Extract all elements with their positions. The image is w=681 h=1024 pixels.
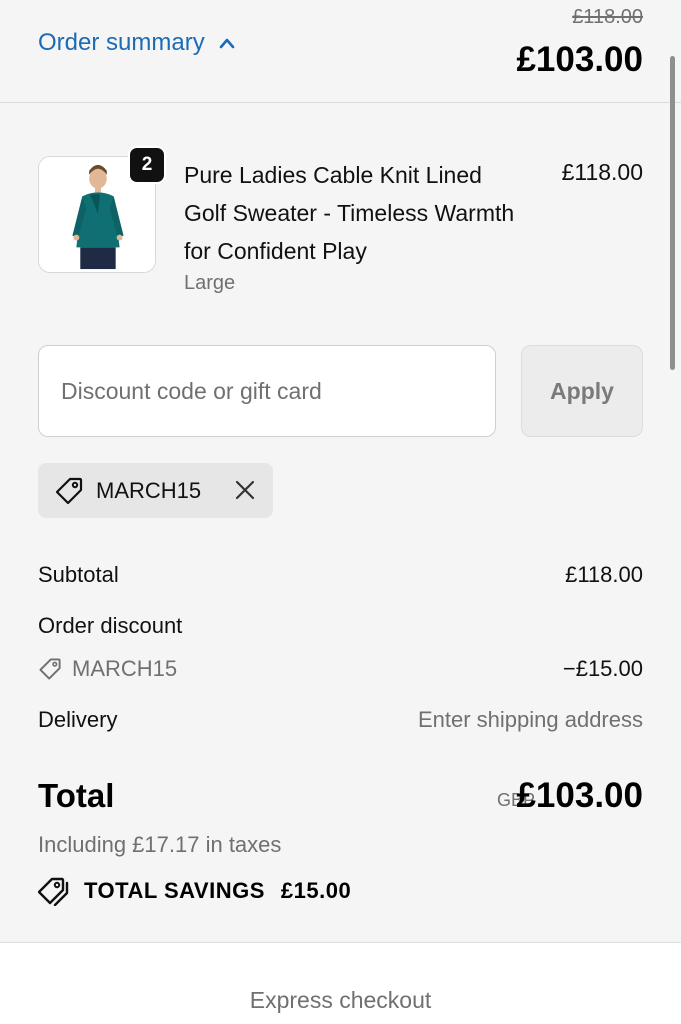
order-discount-row: Order discount	[38, 613, 643, 639]
order-summary-toggle[interactable]: Order summary	[38, 29, 235, 57]
delivery-row: Delivery Enter shipping address	[38, 707, 643, 733]
header-original-price: £118.00	[572, 6, 643, 28]
product-line-item: 2 Pure Ladies Cable Knit Lined Golf Swea…	[38, 146, 643, 306]
header-total-price: £103.00	[516, 40, 643, 79]
order-summary-toggle-label: Order summary	[38, 29, 205, 56]
delivery-value: Enter shipping address	[417, 707, 643, 732]
subtotal-label: Subtotal	[38, 562, 119, 587]
total-amount: £103.00	[516, 776, 643, 815]
product-title: Pure Ladies Cable Knit Lined Golf Sweate…	[184, 162, 515, 264]
discount-code-row: MARCH15 −£15.00	[38, 656, 643, 682]
savings-label: TOTAL SAVINGS	[84, 878, 265, 903]
applied-discount-code: MARCH15	[96, 477, 202, 503]
scrollbar[interactable]	[670, 56, 675, 370]
tag-icon	[39, 658, 61, 680]
subtotal-row: Subtotal £118.00	[38, 562, 643, 588]
apply-discount-button[interactable]: Apply	[521, 345, 643, 437]
tax-note: Including £17.17 in taxes	[38, 832, 282, 857]
delivery-label: Delivery	[38, 707, 118, 732]
total-savings: TOTAL SAVINGS £15.00	[38, 876, 351, 906]
order-discount-label: Order discount	[38, 613, 183, 638]
savings-amount: £15.00	[280, 878, 352, 903]
applied-discount-chip: MARCH15	[38, 463, 273, 518]
order-summary-panel: Order summary £118.00 £103.00 2 Pure Lad…	[0, 0, 681, 943]
product-price: £118.00	[561, 159, 643, 185]
express-checkout-heading: Express checkout	[249, 987, 432, 1013]
discount-code-label: MARCH15	[72, 656, 178, 681]
discount-code-input[interactable]	[38, 345, 496, 437]
tag-icon	[55, 477, 83, 504]
chevron-up-icon	[219, 38, 234, 49]
close-icon[interactable]	[233, 478, 257, 502]
product-variant: Large	[184, 272, 236, 294]
order-summary-header: Order summary £118.00 £103.00	[0, 0, 681, 103]
tags-icon	[38, 877, 69, 906]
total-label: Total	[38, 777, 115, 814]
quantity-badge: 2	[128, 146, 166, 184]
discount-value: −£15.00	[562, 656, 643, 681]
subtotal-value: £118.00	[565, 562, 643, 587]
